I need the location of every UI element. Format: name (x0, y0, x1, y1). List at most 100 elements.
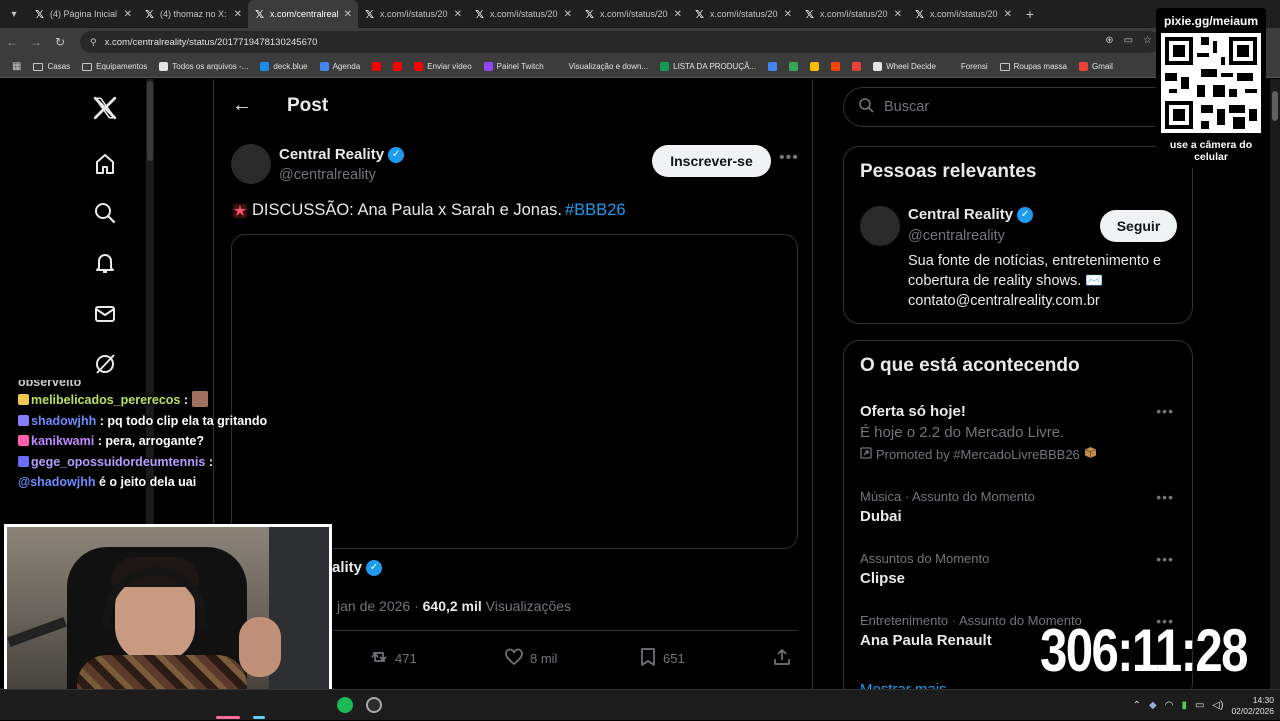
bookmark-item[interactable] (366, 62, 387, 71)
reload-icon[interactable]: ↻ (48, 35, 72, 49)
tab-close-icon[interactable]: ✕ (234, 9, 242, 20)
relevant-people-title: Pessoas relevantes (860, 161, 1037, 182)
bookmark-item[interactable] (846, 62, 867, 71)
follow-button[interactable]: Seguir (1100, 210, 1177, 242)
forward-arrow-icon[interactable]: → (24, 35, 48, 49)
hashtag-link[interactable]: #BBB26 (565, 201, 626, 220)
browser-tab[interactable]: 𝕏 (4) Página Inicial / X ✕ (28, 0, 138, 28)
bookmark-item[interactable] (825, 62, 846, 71)
bookmark-item[interactable]: Agenda (314, 62, 367, 71)
author-name-row[interactable]: Central Reality ✓ (279, 146, 405, 163)
tray-app-icon[interactable]: ◆ (1149, 700, 1157, 711)
bookmark-item[interactable] (783, 62, 804, 71)
bookmark-button[interactable]: 651 (639, 647, 685, 670)
back-arrow-icon[interactable]: ← (232, 94, 252, 117)
notifications-bell-icon[interactable] (88, 246, 122, 280)
bookmark-item[interactable]: Casas (27, 62, 76, 71)
back-arrow-icon[interactable]: ← (0, 35, 24, 49)
browser-tab[interactable]: 𝕏 x.com/i/status/20 ✕ (908, 0, 1018, 28)
browser-tab[interactable]: 𝕏 x.com/i/status/20 ✕ (578, 0, 688, 28)
tab-close-icon[interactable]: ✕ (454, 9, 462, 20)
browser-tab[interactable]: 𝕏 x.com/i/status/20 ✕ (468, 0, 578, 28)
bookmark-item[interactable]: Visualização e down... (550, 62, 654, 71)
author-name[interactable]: Central Reality (279, 146, 384, 163)
address-bar[interactable]: ⚲ x.com/centralreality/status/2017719478… (80, 31, 1160, 53)
zoom-icon[interactable]: ⊕ (1105, 35, 1113, 46)
scrollbar-thumb[interactable] (147, 81, 153, 161)
more-options-icon[interactable]: ••• (1156, 403, 1174, 419)
apps-grid-icon[interactable]: ▦ (6, 61, 27, 72)
site-info-icon[interactable]: ⚲ (90, 37, 97, 48)
author-handle[interactable]: @centralreality (279, 167, 376, 183)
relevant-handle[interactable]: @centralreality (908, 228, 1005, 244)
grok-icon[interactable] (88, 347, 122, 381)
gmail-icon (852, 62, 862, 71)
app-icon[interactable] (366, 697, 382, 713)
tab-close-icon[interactable]: ✕ (344, 9, 352, 20)
tab-search-button[interactable]: ▾ (0, 0, 28, 28)
home-icon[interactable] (88, 147, 122, 181)
browser-tab[interactable]: 𝕏 (4) thomaz no X: " ✕ (138, 0, 248, 28)
bookmark-item[interactable]: Painel Twitch (478, 62, 550, 71)
cast-icon[interactable]: ▭ (1124, 35, 1133, 46)
bookmark-item[interactable]: Enviar vídeo (408, 62, 477, 71)
tab-close-icon[interactable]: ✕ (124, 9, 132, 20)
microphone-icon[interactable]: ▮ (1181, 700, 1187, 711)
right-scrollbar[interactable] (1270, 79, 1280, 689)
volume-icon[interactable]: ◁) (1212, 700, 1223, 711)
bookmark-item[interactable]: LISTA DA PRODUÇÃ... (654, 62, 762, 71)
tab-label: (4) Página Inicial / X (50, 9, 119, 19)
more-options-icon[interactable]: ••• (1156, 489, 1174, 505)
bookmark-item[interactable]: deck.blue (254, 62, 313, 71)
network-icon[interactable]: ▭ (1195, 700, 1204, 711)
browser-tab[interactable]: 𝕏 x.com/i/status/20 ✕ (688, 0, 798, 28)
tab-close-icon[interactable]: ✕ (784, 9, 792, 20)
bookmark-item[interactable] (762, 62, 783, 71)
quoted-author-name[interactable]: ality (332, 559, 362, 576)
trend-item[interactable]: Oferta só hoje! É hoje o 2.2 do Mercado … (860, 403, 1180, 462)
clock[interactable]: 14:30 02/02/2026 (1231, 695, 1274, 717)
browser-tab[interactable]: 𝕏 x.com/i/status/20 ✕ (798, 0, 908, 28)
wifi-icon[interactable]: ◠ (1165, 700, 1174, 711)
tab-close-icon[interactable]: ✕ (674, 9, 682, 20)
bookmark-item[interactable] (804, 62, 825, 71)
system-tray: ⌃ ◆ ◠ ▮ ▭ ◁) 14:30 02/02/2026 (1133, 690, 1280, 721)
author-avatar[interactable] (231, 144, 271, 184)
tab-close-icon[interactable]: ✕ (1004, 9, 1012, 20)
scrollbar-thumb[interactable] (1272, 91, 1278, 121)
browser-tab-active[interactable]: 𝕏 x.com/centralreality ✕ (248, 0, 358, 28)
chat-username: shadowjhh (31, 413, 97, 428)
like-button[interactable]: 8 mil (504, 647, 557, 670)
bookmark-item[interactable] (387, 62, 408, 71)
relevant-name-row[interactable]: Central Reality ✓ (908, 206, 1034, 223)
explore-search-icon[interactable] (88, 196, 122, 230)
tab-close-icon[interactable]: ✕ (894, 9, 902, 20)
share-icon (772, 647, 792, 670)
new-tab-button[interactable]: + (1018, 6, 1042, 22)
messages-envelope-icon[interactable] (88, 297, 122, 331)
more-options-icon[interactable]: ••• (1156, 551, 1174, 567)
repost-button[interactable]: 471 (369, 647, 417, 670)
post-date[interactable]: jan de 2026 · (337, 598, 419, 614)
subscribe-button[interactable]: Inscrever-se (652, 145, 771, 177)
search-input[interactable]: Buscar (843, 87, 1173, 127)
bookmark-item[interactable]: Roupas massa (994, 62, 1073, 71)
tab-close-icon[interactable]: ✕ (564, 9, 572, 20)
relevant-name[interactable]: Central Reality (908, 206, 1013, 223)
bookmark-star-icon[interactable]: ☆ (1143, 35, 1152, 46)
tray-chevron-icon[interactable]: ⌃ (1133, 700, 1141, 711)
avatar[interactable] (860, 206, 900, 246)
browser-toolbar: ← → ↻ ⚲ x.com/centralreality/status/2017… (0, 28, 1280, 56)
bookmark-item[interactable]: Gmail (1073, 62, 1119, 71)
bookmark-item[interactable]: Todos os arquivos -... (153, 62, 254, 71)
trend-item[interactable]: Música · Assunto do Momento Dubai ••• (860, 489, 1180, 525)
browser-tab[interactable]: 𝕏 x.com/i/status/20 ✕ (358, 0, 468, 28)
share-button[interactable] (772, 647, 792, 670)
bookmark-item[interactable]: Equipamentos (76, 62, 153, 71)
bookmark-item[interactable]: Forensi (942, 62, 994, 71)
x-logo-icon[interactable] (88, 91, 122, 125)
spotify-icon[interactable] (337, 697, 353, 713)
trend-item[interactable]: Assuntos do Momento Clipse ••• (860, 551, 1180, 587)
bookmark-item[interactable]: Wheel Decide (867, 62, 942, 71)
more-options-icon[interactable]: ••• (779, 149, 799, 167)
